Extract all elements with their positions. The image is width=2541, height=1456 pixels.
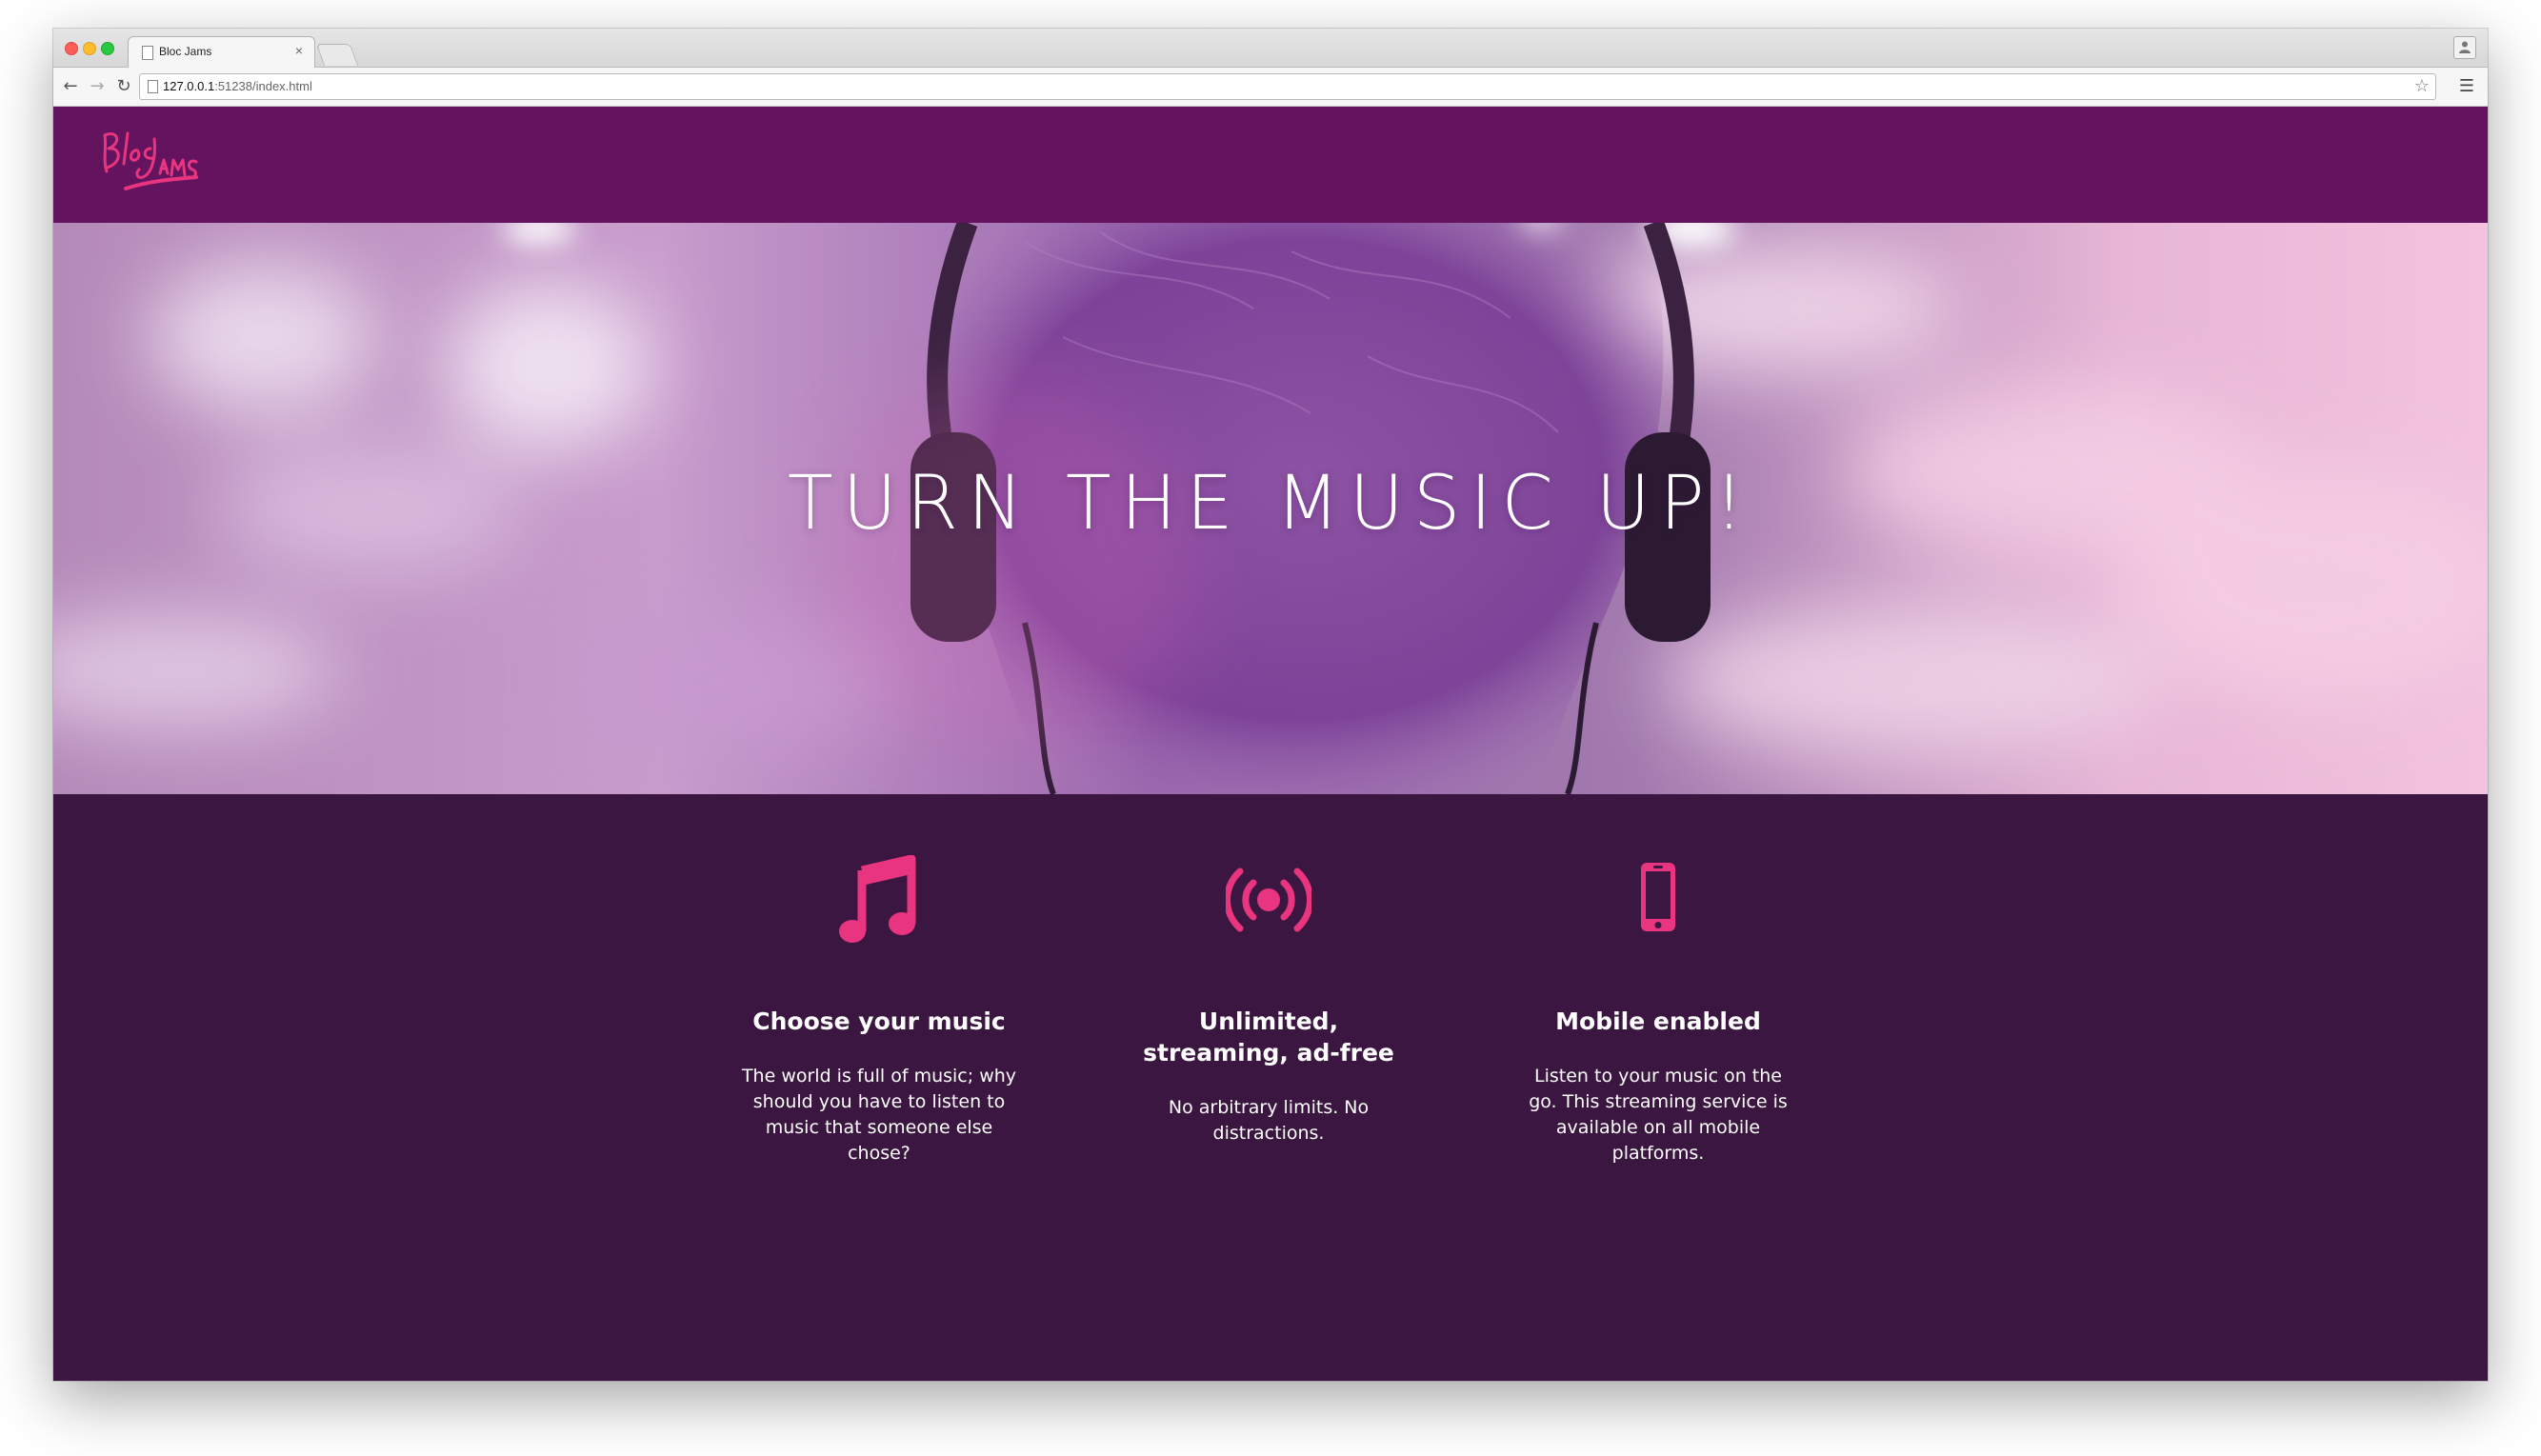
tab-strip: Bloc Jams × xyxy=(53,29,2488,68)
page-icon xyxy=(142,46,153,60)
music-note-icon xyxy=(722,851,1036,956)
feature-streaming: Unlimited, streaming, ad-free No arbitra… xyxy=(1111,851,1426,1147)
mobile-phone-icon xyxy=(1501,851,1815,956)
feature-choose-music: Choose your music The world is full of m… xyxy=(722,851,1036,1167)
browser-window: Bloc Jams × ← → ↻ 127.0.0.1:51238/index.… xyxy=(53,29,2488,1381)
url-text[interactable]: 127.0.0.1:51238/index.html xyxy=(163,79,312,93)
feature-description: No arbitrary limits. No distractions. xyxy=(1168,1097,1370,1144)
mobile-phone-graphic xyxy=(1641,863,1675,931)
feature-description: The world is full of music; why should y… xyxy=(741,1066,1017,1164)
new-tab-button[interactable] xyxy=(315,44,359,66)
menu-icon[interactable]: ☰ xyxy=(2455,75,2478,98)
back-arrow-icon[interactable]: ← xyxy=(59,75,82,98)
tab-title: Bloc Jams xyxy=(159,45,212,58)
page-icon xyxy=(148,80,158,93)
address-bar[interactable]: 127.0.0.1:51238/index.html ☆ xyxy=(139,73,2436,100)
url-host: 127.0.0.1 xyxy=(163,79,215,93)
browser-tab[interactable]: Bloc Jams × xyxy=(128,36,315,68)
profile-button[interactable] xyxy=(2453,36,2476,59)
bookmark-star-icon[interactable]: ☆ xyxy=(2414,76,2430,96)
feature-description: Listen to your music on the go. This str… xyxy=(1529,1066,1788,1164)
reload-icon[interactable]: ↻ xyxy=(112,75,135,98)
close-window-button[interactable] xyxy=(65,42,78,55)
person-icon xyxy=(2459,41,2471,53)
feature-title: Mobile enabled xyxy=(1555,1007,1761,1035)
page-viewport: TURN THE MUSIC UP! Choose your music The… xyxy=(53,107,2488,1381)
features-section: Choose your music The world is full of m… xyxy=(53,794,2488,1381)
url-path: :51238/index.html xyxy=(214,79,312,93)
feature-title: Unlimited, streaming, ad-free xyxy=(1143,1007,1394,1067)
tab-close-icon[interactable]: × xyxy=(295,43,303,58)
maximize-window-button[interactable] xyxy=(101,42,114,55)
browser-toolbar: ← → ↻ 127.0.0.1:51238/index.html ☆ ☰ xyxy=(53,68,2488,107)
forward-arrow-icon[interactable]: → xyxy=(86,75,109,98)
feature-mobile: Mobile enabled Listen to your music on t… xyxy=(1501,851,1815,1167)
bloc-jams-logo[interactable] xyxy=(97,122,202,202)
music-note-graphic xyxy=(839,855,916,943)
site-navbar xyxy=(53,107,2488,223)
logo-graphic xyxy=(103,131,198,190)
feature-title: Choose your music xyxy=(752,1007,1006,1035)
hero-title: TURN THE MUSIC UP! xyxy=(787,461,1753,547)
hero-banner: TURN THE MUSIC UP! xyxy=(53,223,2488,794)
broadcast-graphic xyxy=(1226,868,1311,932)
broadcast-icon xyxy=(1111,851,1426,956)
minimize-window-button[interactable] xyxy=(83,42,96,55)
